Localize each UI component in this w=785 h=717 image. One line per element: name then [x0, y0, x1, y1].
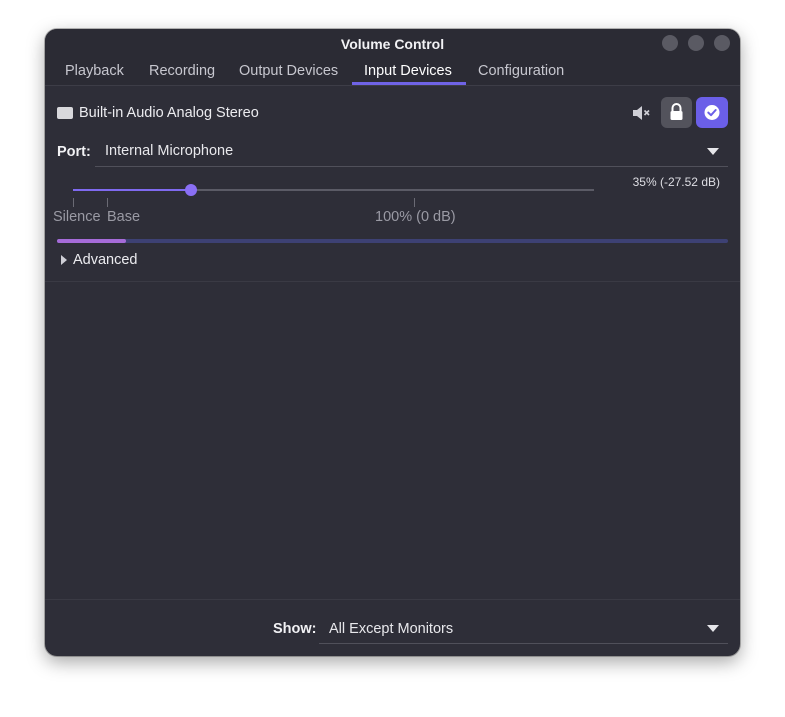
chevron-down-icon [707, 148, 719, 155]
tab-bar: Playback Recording Output Devices Input … [45, 59, 740, 86]
tab-configuration[interactable]: Configuration [478, 63, 564, 79]
advanced-label: Advanced [73, 252, 138, 268]
footer: Show: All Except Monitors [45, 599, 740, 656]
set-default-button[interactable] [696, 97, 728, 128]
base-label: Base [107, 209, 141, 225]
audio-card-icon [57, 107, 73, 119]
tab-output-devices[interactable]: Output Devices [239, 63, 338, 79]
maximize-button[interactable] [688, 35, 704, 51]
device-name: Built-in Audio Analog Stereo [79, 105, 259, 121]
volume-readout: 35% (-27.52 dB) [632, 175, 720, 189]
volume-slider-area: 35% (-27.52 dB) Silence Base 100% (0 dB) [45, 169, 740, 229]
volume-slider-fill [73, 189, 192, 191]
full-volume-label: 100% (0 dB) [375, 209, 456, 225]
port-value: Internal Microphone [105, 143, 234, 159]
tab-input-devices[interactable]: Input Devices [364, 63, 452, 79]
close-button[interactable] [714, 35, 730, 51]
check-circle-icon [704, 105, 720, 120]
volume-slider[interactable] [73, 184, 594, 196]
input-level-fill [57, 239, 127, 243]
tab-playback[interactable]: Playback [65, 63, 124, 79]
port-dropdown[interactable]: Internal Microphone [95, 137, 728, 167]
title-bar: Volume Control [45, 29, 740, 59]
device-row: Built-in Audio Analog Stereo [45, 95, 740, 131]
port-label: Port: [57, 144, 91, 160]
silence-label: Silence [53, 209, 101, 225]
show-label: Show: [273, 621, 317, 637]
chevron-down-icon [707, 625, 719, 632]
tick-silence [73, 198, 74, 207]
expander-arrow-icon [61, 255, 67, 265]
speaker-muted-icon[interactable] [631, 104, 651, 122]
show-filter-dropdown[interactable]: All Except Monitors [319, 614, 728, 644]
window-title: Volume Control [340, 36, 445, 52]
lock-icon [670, 103, 683, 120]
tick-base [107, 198, 108, 207]
tab-recording[interactable]: Recording [149, 63, 215, 79]
volume-slider-handle[interactable] [185, 184, 198, 196]
lock-channels-button[interactable] [661, 97, 692, 128]
tick-full [414, 198, 415, 207]
show-filter-value: All Except Monitors [329, 621, 454, 637]
input-level-meter [57, 239, 728, 243]
divider [45, 281, 740, 282]
minimize-button[interactable] [662, 35, 678, 51]
active-tab-indicator [352, 82, 466, 85]
volume-control-window: Volume Control Playback Recording Output… [45, 29, 740, 656]
